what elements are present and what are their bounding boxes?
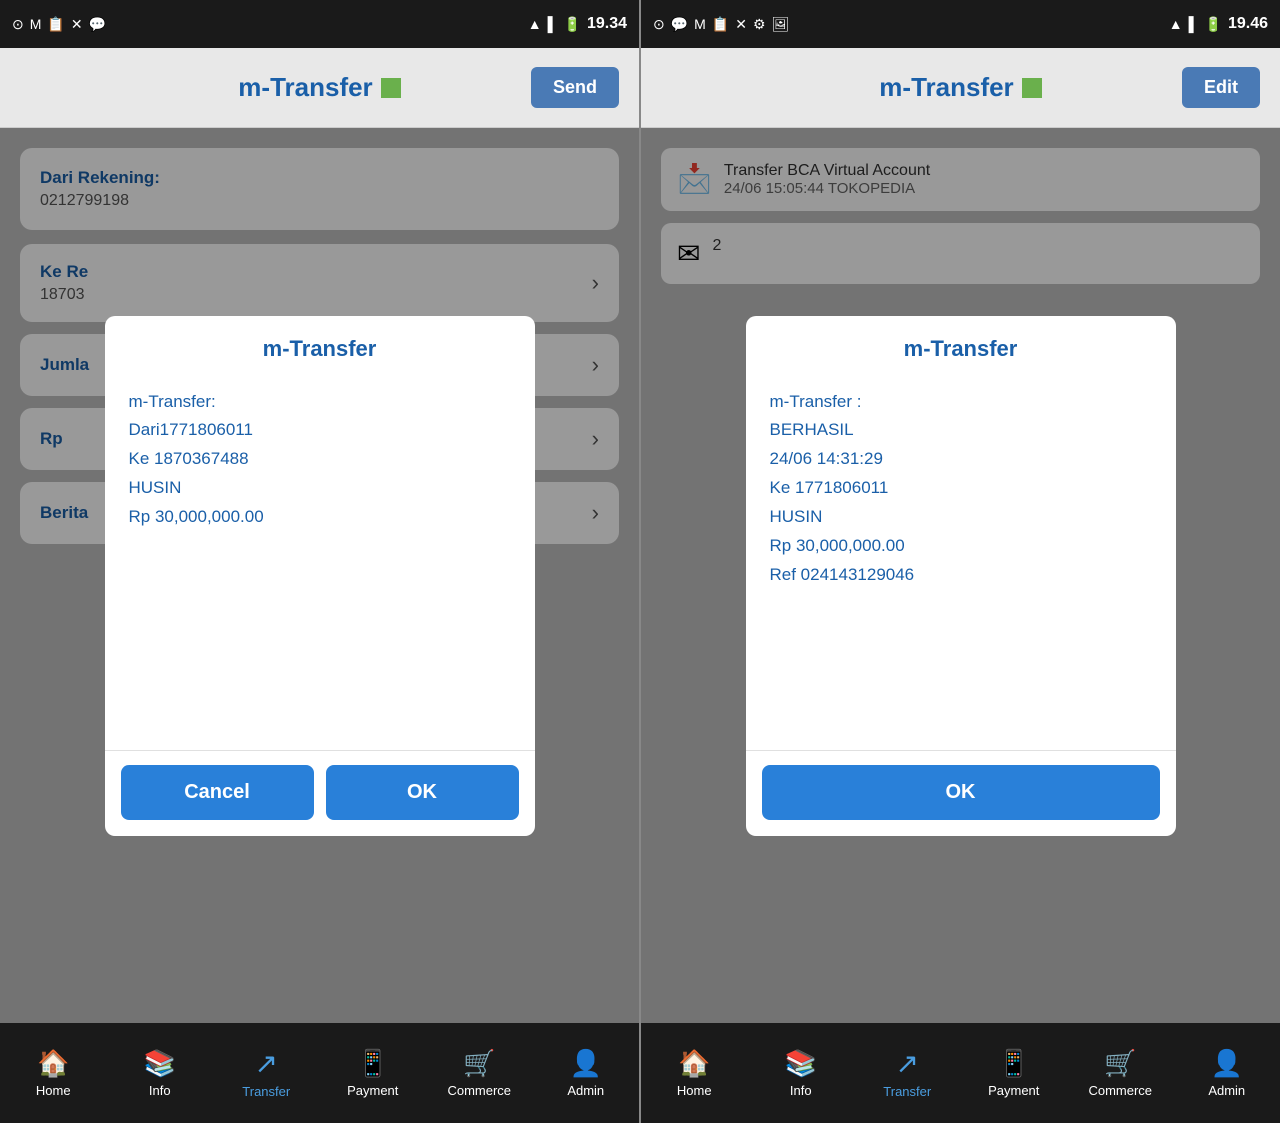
right-icon-x: ✕: [735, 16, 747, 33]
left-dialog-line2: Dari1771806011: [129, 416, 511, 445]
right-signal-icon: ▌: [1189, 16, 1199, 32]
right-nav-payment[interactable]: 📱 Payment: [974, 1048, 1054, 1098]
left-time: 19.34: [587, 15, 627, 33]
right-commerce-label: Commerce: [1088, 1083, 1152, 1098]
left-nav-commerce[interactable]: 🛒 Commerce: [439, 1048, 519, 1098]
left-status-bar: ⊙ M 📋 ✕ 💬 ▲ ▌ 🔋 19.34: [0, 0, 639, 48]
right-icon-clipboard: 📋: [712, 16, 729, 33]
right-edit-button[interactable]: Edit: [1182, 67, 1260, 108]
right-icon-image: 🖼: [772, 16, 790, 33]
left-cancel-button[interactable]: Cancel: [121, 765, 314, 820]
right-dialog: m-Transfer m-Transfer : BERHASIL 24/06 1…: [746, 316, 1176, 836]
right-status-icons: ⊙ 💬 M 📋 ✕ ⚙ 🖼: [653, 16, 789, 33]
left-green-indicator: [381, 78, 401, 98]
left-dialog-overlay: m-Transfer m-Transfer: Dari1771806011 Ke…: [0, 128, 639, 1023]
left-dialog-line3: Ke 1870367488: [129, 445, 511, 474]
right-payment-label: Payment: [988, 1083, 1039, 1098]
left-info-label: Info: [149, 1083, 171, 1098]
right-status-bar: ⊙ 💬 M 📋 ✕ ⚙ 🖼 ▲ ▌ 🔋 19.46: [641, 0, 1280, 48]
left-info-icon: 📚: [144, 1048, 176, 1079]
left-payment-icon: 📱: [357, 1048, 389, 1079]
left-dialog-footer: Cancel OK: [105, 750, 535, 836]
left-send-button[interactable]: Send: [531, 67, 619, 108]
left-dialog-line4: HUSIN: [129, 474, 511, 503]
left-dialog-body: m-Transfer: Dari1771806011 Ke 1870367488…: [105, 378, 535, 750]
right-dialog-line1: m-Transfer :: [770, 388, 1152, 417]
left-home-icon: 🏠: [37, 1048, 69, 1079]
right-dialog-line7: Ref 024143129046: [770, 561, 1152, 590]
left-transfer-icon: ↗: [255, 1047, 278, 1080]
left-dialog-line5: Rp 30,000,000.00: [129, 503, 511, 532]
right-nav-admin[interactable]: 👤 Admin: [1187, 1048, 1267, 1098]
left-ok-button[interactable]: OK: [326, 765, 519, 820]
right-dialog-title: m-Transfer: [746, 316, 1176, 378]
right-dialog-line4: Ke 1771806011: [770, 474, 1152, 503]
right-nav-home[interactable]: 🏠 Home: [654, 1048, 734, 1098]
left-panel: ⊙ M 📋 ✕ 💬 ▲ ▌ 🔋 19.34 m-Transfer Send Da…: [0, 0, 639, 1123]
right-dialog-line2: BERHASIL: [770, 416, 1152, 445]
left-payment-label: Payment: [347, 1083, 398, 1098]
right-green-indicator: [1022, 78, 1042, 98]
left-wifi-icon: ▲: [528, 16, 542, 32]
right-battery-icon: 🔋: [1205, 16, 1222, 33]
right-dialog-line5: HUSIN: [770, 503, 1152, 532]
left-icon-x: ✕: [71, 16, 83, 33]
right-nav-transfer[interactable]: ↗ Transfer: [867, 1047, 947, 1099]
right-transfer-label: Transfer: [883, 1084, 931, 1099]
left-icon-clipboard: 📋: [47, 16, 64, 33]
left-commerce-icon: 🛒: [463, 1048, 495, 1079]
right-nav-commerce[interactable]: 🛒 Commerce: [1080, 1048, 1160, 1098]
right-nav-info[interactable]: 📚 Info: [761, 1048, 841, 1098]
left-home-label: Home: [36, 1083, 71, 1098]
right-payment-icon: 📱: [998, 1048, 1030, 1079]
left-signal-icon: ▌: [548, 16, 558, 32]
left-nav-transfer[interactable]: ↗ Transfer: [226, 1047, 306, 1099]
right-dialog-footer: OK: [746, 750, 1176, 836]
left-icon-clock: ⊙: [12, 16, 24, 33]
right-info-label: Info: [790, 1083, 812, 1098]
left-dialog-line1: m-Transfer:: [129, 388, 511, 417]
left-transfer-label: Transfer: [242, 1084, 290, 1099]
right-dialog-overlay: m-Transfer m-Transfer : BERHASIL 24/06 1…: [641, 128, 1280, 1023]
right-icon-whatsapp: 💬: [671, 16, 688, 33]
right-wifi-icon: ▲: [1169, 16, 1183, 32]
right-dialog-body: m-Transfer : BERHASIL 24/06 14:31:29 Ke …: [746, 378, 1176, 750]
left-nav-home[interactable]: 🏠 Home: [13, 1048, 93, 1098]
right-icon-gmail: M: [694, 16, 706, 32]
left-commerce-label: Commerce: [447, 1083, 511, 1098]
right-home-icon: 🏠: [678, 1048, 710, 1079]
left-icon-whatsapp: 💬: [89, 16, 106, 33]
right-main-content: 📩 Transfer BCA Virtual Account 24/06 15:…: [641, 128, 1280, 1023]
right-dialog-line3: 24/06 14:31:29: [770, 445, 1152, 474]
right-bottom-nav: 🏠 Home 📚 Info ↗ Transfer 📱 Payment 🛒 Com…: [641, 1023, 1280, 1123]
left-dialog-title: m-Transfer: [105, 316, 535, 378]
right-app-header: m-Transfer Edit: [641, 48, 1280, 128]
right-info-icon: 📚: [785, 1048, 817, 1079]
right-icon-gear: ⚙: [753, 16, 766, 33]
right-app-title: m-Transfer: [879, 72, 1013, 103]
right-commerce-icon: 🛒: [1104, 1048, 1136, 1079]
right-ok-button[interactable]: OK: [762, 765, 1160, 820]
left-admin-icon: 👤: [570, 1048, 602, 1079]
left-main-content: Dari Rekening: 0212799198 Ke Re 18703 › …: [0, 128, 639, 1023]
left-nav-payment[interactable]: 📱 Payment: [333, 1048, 413, 1098]
left-app-header: m-Transfer Send: [0, 48, 639, 128]
left-admin-label: Admin: [567, 1083, 604, 1098]
right-icon-clock: ⊙: [653, 16, 665, 33]
right-home-label: Home: [677, 1083, 712, 1098]
right-dialog-line6: Rp 30,000,000.00: [770, 532, 1152, 561]
left-dialog: m-Transfer m-Transfer: Dari1771806011 Ke…: [105, 316, 535, 836]
left-bottom-nav: 🏠 Home 📚 Info ↗ Transfer 📱 Payment 🛒 Com…: [0, 1023, 639, 1123]
right-admin-icon: 👤: [1211, 1048, 1243, 1079]
right-time: 19.46: [1228, 15, 1268, 33]
left-nav-admin[interactable]: 👤 Admin: [546, 1048, 626, 1098]
left-status-icons: ⊙ M 📋 ✕ 💬: [12, 16, 106, 33]
left-battery-icon: 🔋: [564, 16, 581, 33]
left-app-title: m-Transfer: [238, 72, 372, 103]
right-admin-label: Admin: [1208, 1083, 1245, 1098]
left-icon-gmail: M: [30, 16, 42, 32]
right-transfer-icon: ↗: [896, 1047, 919, 1080]
left-nav-info[interactable]: 📚 Info: [120, 1048, 200, 1098]
right-panel: ⊙ 💬 M 📋 ✕ ⚙ 🖼 ▲ ▌ 🔋 19.46 m-Transfer Edi…: [641, 0, 1280, 1123]
